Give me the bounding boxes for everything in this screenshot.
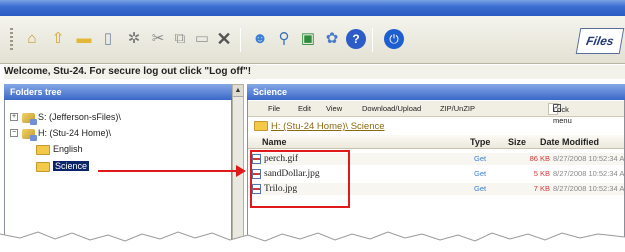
power-icon[interactable]: ⏻ (384, 29, 404, 49)
edit-icon[interactable]: ▣ (298, 29, 318, 49)
welcome-message: Welcome, Stu-24. For secure log out clic… (4, 65, 625, 79)
folder-icon (36, 161, 50, 172)
menu-edit[interactable]: Edit (298, 101, 311, 117)
toolbar: ⌂ ⇧ ▬ ▯ ✲ ✂ ⧉ ▭ ✕ ☻ ⚲ ▣ ✿ ? ⏻ Files (0, 16, 625, 64)
file-get-link[interactable]: Get (474, 183, 486, 195)
menu-zip-unzip[interactable]: ZIP/UnZIP (440, 101, 475, 117)
title-bar (0, 0, 625, 16)
current-path[interactable]: H: (Stu-24 Home)\ Science (254, 121, 385, 132)
tree-item-science[interactable]: Science (36, 160, 90, 172)
folder-icon (36, 144, 50, 155)
file-date: 8/27/2008 10:52:34 AM (553, 169, 624, 178)
scroll-up-icon[interactable]: ▲ (233, 85, 243, 97)
tree-item-s-drive[interactable]: S: (Jefferson-sFiles)\ (22, 111, 121, 125)
folder-icon[interactable]: ▬ (74, 29, 94, 49)
expand-toggle[interactable]: + (10, 113, 18, 121)
folders-tree-header: Folders tree (4, 84, 232, 100)
file-size: 5 KB (533, 169, 550, 178)
annotation-arrow-head (236, 165, 246, 177)
tree-item-label: Science (53, 161, 90, 171)
menu-view[interactable]: View (326, 101, 342, 117)
annotation-arrow-line (98, 170, 238, 172)
file-date: 8/27/2008 10:52:34 AM (553, 184, 624, 193)
science-header: Science (247, 84, 625, 100)
folder-icon (254, 121, 268, 132)
search-icon[interactable]: ⚲ (274, 29, 294, 49)
tree-item-label: English (53, 144, 83, 154)
tree-item-h-drive[interactable]: H: (Stu-24 Home)\ (22, 127, 112, 141)
collapse-toggle[interactable]: − (10, 129, 18, 137)
toolbar-grip[interactable] (10, 28, 13, 52)
column-name[interactable]: Name (262, 136, 287, 148)
help-icon[interactable]: ? (346, 29, 366, 49)
toolbar-separator (372, 28, 373, 52)
file-get-link[interactable]: Get (474, 153, 486, 165)
drive-icon (22, 128, 37, 141)
tree-item-label: H: (Stu-24 Home)\ (38, 128, 112, 138)
menu-download-upload[interactable]: Download/Upload (362, 101, 421, 117)
tree-item-label: S: (Jefferson-sFiles)\ (38, 112, 121, 122)
column-size[interactable]: Size (508, 136, 526, 148)
paste-icon[interactable]: ▭ (192, 29, 212, 49)
menu-file[interactable]: File (268, 101, 280, 117)
brand-logo: Files (575, 28, 625, 54)
file-date: 8/27/2008 10:52:34 AM (553, 154, 624, 163)
new-file-icon[interactable]: ▯ (98, 29, 118, 49)
toolbar-separator (240, 28, 241, 52)
column-date-modified[interactable]: Date Modified (540, 136, 599, 148)
lock-menu-label: Lock menu (553, 105, 572, 125)
copy-icon[interactable]: ⧉ (170, 29, 190, 49)
file-size: 86 KB (529, 154, 550, 163)
cut-icon[interactable]: ✂ (148, 29, 168, 49)
annotation-highlight-box (250, 150, 350, 208)
drive-icon (22, 112, 37, 125)
file-menubar: File Edit View Download/Upload ZIP/UnZIP… (248, 101, 624, 125)
home-icon[interactable]: ⌂ (22, 29, 42, 49)
file-get-link[interactable]: Get (474, 168, 486, 180)
up-icon[interactable]: ⇧ (48, 29, 68, 49)
torn-edge-decoration (0, 231, 625, 252)
tree-item-english[interactable]: English (36, 143, 83, 155)
file-size: 7 KB (533, 184, 550, 193)
delete-icon[interactable]: ✕ (214, 29, 234, 49)
column-type[interactable]: Type (470, 136, 490, 148)
lock-menu-checkbox[interactable]: ✓ Lock menu (548, 103, 572, 125)
settings-icon[interactable]: ✿ (322, 29, 342, 49)
users-icon[interactable]: ☻ (250, 29, 270, 49)
path-label: H: (Stu-24 Home)\ Science (271, 121, 385, 132)
gear-icon[interactable]: ✲ (124, 29, 144, 49)
